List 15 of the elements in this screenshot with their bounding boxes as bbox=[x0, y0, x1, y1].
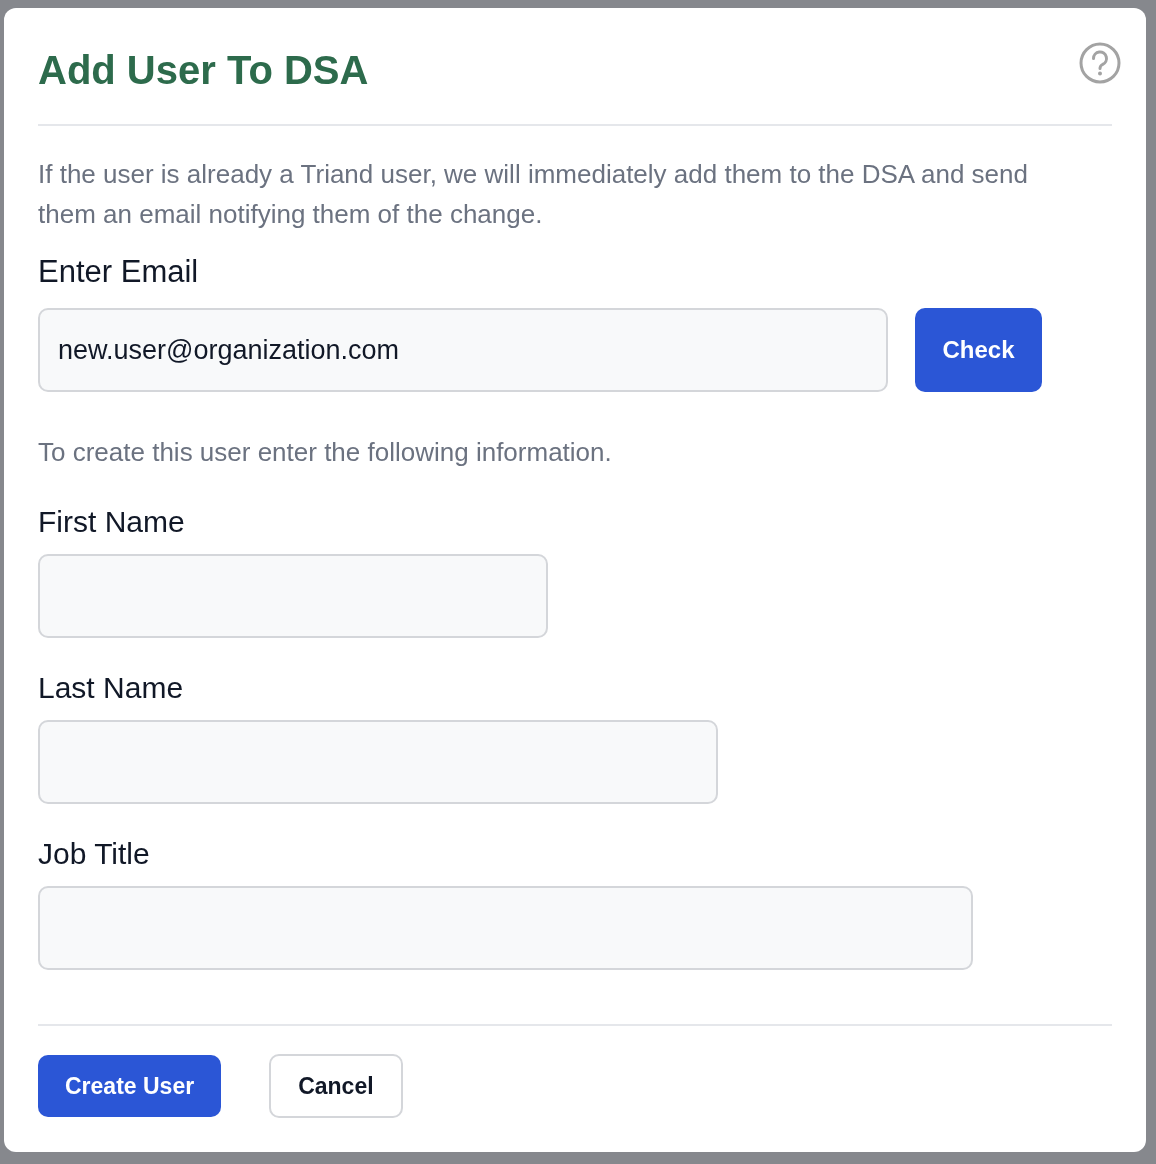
field-label: Last Name bbox=[38, 670, 185, 706]
field-label: Job Title bbox=[38, 836, 151, 872]
instruction-text: To create this user enter the following information. bbox=[38, 436, 613, 469]
field-label: First Name bbox=[38, 504, 186, 540]
input-field[interactable] bbox=[38, 554, 548, 638]
create-button[interactable]: Create User bbox=[38, 1055, 222, 1117]
check-button[interactable]: Check bbox=[915, 308, 1042, 392]
help-icon[interactable] bbox=[1078, 41, 1122, 85]
dialog-title: Add User To DSA bbox=[38, 46, 369, 93]
email-field[interactable]: new.user@organization.com bbox=[38, 308, 888, 392]
email-label: Enter Email bbox=[38, 253, 200, 291]
input-field[interactable] bbox=[38, 720, 718, 804]
input-field[interactable] bbox=[38, 886, 973, 970]
cancel-button[interactable]: Cancel bbox=[269, 1054, 403, 1118]
intro-text: If the user is already a Triand user, we will immediately add them to the DSA and send them an email notifying them of the change. bbox=[38, 158, 1029, 231]
